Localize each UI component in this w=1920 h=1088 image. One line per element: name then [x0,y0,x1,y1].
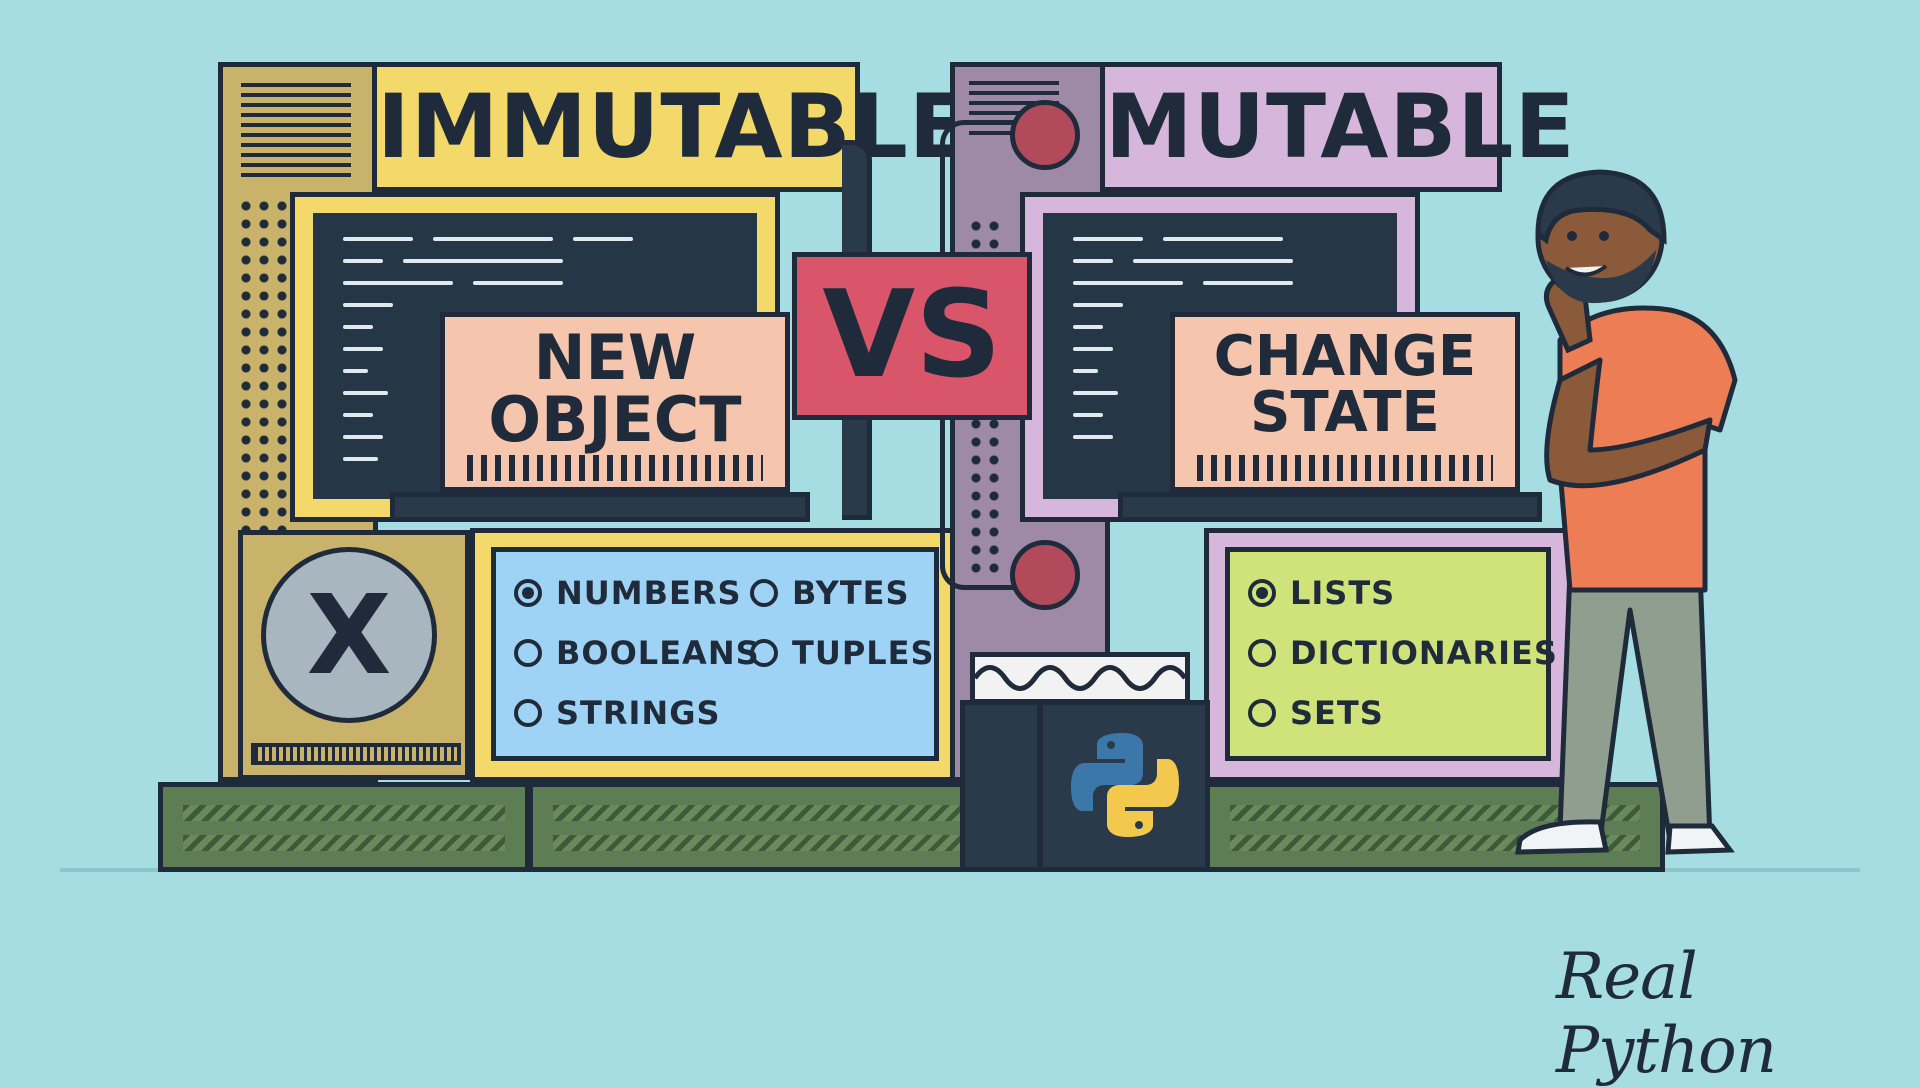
radio-icon [514,699,542,727]
option-tuples[interactable]: TUPLES [750,634,935,672]
option-numbers-label: NUMBERS [556,574,742,612]
radio-icon [1248,639,1276,667]
mutable-title-box: MUTABLE [1100,62,1576,192]
option-numbers[interactable]: NUMBERS [514,574,742,612]
radio-icon [750,639,778,667]
option-lists[interactable]: LISTS [1248,574,1395,612]
base-platform-left [158,782,530,872]
x-button-symbol: X [306,571,392,699]
new-object-line2: OBJECT [488,383,742,456]
person-illustration [1515,169,1738,855]
immutable-title: IMMUTABLE [377,75,970,178]
option-sets[interactable]: SETS [1248,694,1384,732]
immutable-title-box: IMMUTABLE [372,62,970,192]
machine-block-center [960,700,1042,872]
option-booleans-label: BOOLEANS [556,634,760,672]
pipe-valve-top-icon [1010,100,1080,170]
option-sets-label: SETS [1290,694,1384,732]
brand-logo: Real Python [1556,940,1777,1088]
immutable-conveyor [390,492,810,522]
radio-selected-icon [514,579,542,607]
radio-icon [514,639,542,667]
change-state-line2: STATE [1250,380,1440,445]
vs-sign: VS [792,252,1032,420]
option-strings-label: STRINGS [556,694,721,732]
radio-icon [1248,699,1276,727]
option-bytes[interactable]: BYTES [750,574,910,612]
radio-selected-icon [1248,579,1276,607]
new-object-line1: NEW [533,321,697,394]
radio-icon [750,579,778,607]
python-box [1038,700,1210,872]
change-state-line1: CHANGE [1213,324,1477,389]
mutable-conveyor [1118,492,1542,522]
vs-label: VS [822,266,1002,405]
option-strings[interactable]: STRINGS [514,694,721,732]
immutable-options-panel: NUMBERS BYTES BOOLEANS TUPLES STRINGS [491,547,939,761]
option-bytes-label: BYTES [792,574,910,612]
option-tuples-label: TUPLES [792,634,935,672]
x-button-icon[interactable]: X [261,547,437,723]
change-state-sign: CHANGE STATE [1170,312,1520,492]
pipe-valve-bottom-icon [1010,540,1080,610]
spring-box [970,652,1190,704]
x-button-panel: X [238,530,470,780]
new-object-sign: NEW OBJECT [440,312,790,492]
base-platform-center [528,782,1008,872]
mutable-title: MUTABLE [1105,75,1576,178]
immutable-options-frame: NUMBERS BYTES BOOLEANS TUPLES STRINGS [470,528,960,782]
option-booleans[interactable]: BOOLEANS [514,634,760,672]
python-logo-icon [1071,733,1179,837]
option-lists-label: LISTS [1290,574,1396,612]
